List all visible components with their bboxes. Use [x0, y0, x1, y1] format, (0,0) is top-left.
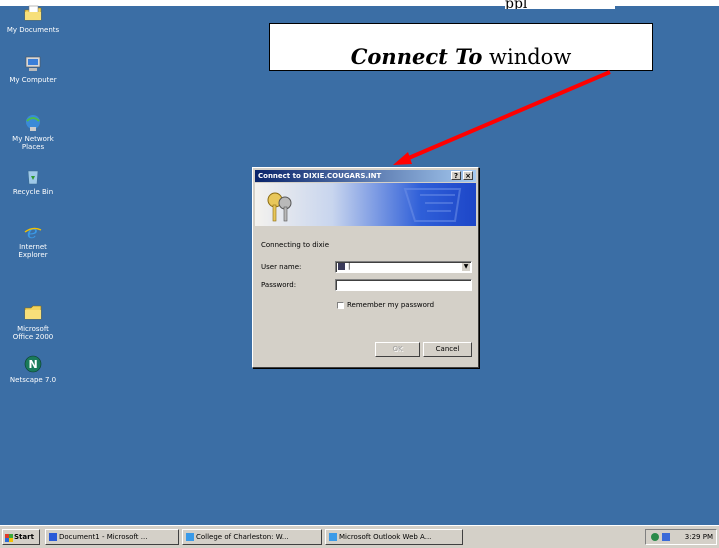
user-icon: [338, 263, 345, 270]
desktop-icon-my-computer[interactable]: My Computer: [0, 54, 66, 84]
annotation-emphasis: Connect To: [350, 44, 483, 69]
password-label: Password:: [261, 281, 297, 289]
annotation-text: window: [482, 45, 572, 69]
svg-text:e: e: [27, 222, 38, 241]
folder-documents-icon: [23, 4, 43, 24]
svg-text:N: N: [29, 358, 38, 371]
computer-icon: [23, 54, 43, 74]
keys-icon: [267, 188, 462, 222]
desktop-icon-label: Recycle Bin: [12, 188, 54, 196]
desktop-icon-label: Places: [21, 143, 45, 151]
dialog-title: Connect to DIXIE.COUGARS.INT: [258, 172, 382, 180]
recycle-bin-icon: [23, 166, 43, 186]
clock[interactable]: 3:29 PM: [685, 530, 713, 544]
taskbar-item-outlook-web[interactable]: Microsoft Outlook Web A...: [325, 529, 463, 545]
desktop-icon-label: Netscape 7.0: [9, 376, 57, 384]
ok-button[interactable]: OK: [375, 342, 420, 357]
desktop-icon-label: Office 2000: [12, 333, 54, 341]
desktop-icon-label: My Network: [12, 135, 54, 143]
desktop-icon-recycle-bin[interactable]: Recycle Bin: [0, 166, 66, 196]
desktop-icon-label: My Computer: [9, 76, 57, 84]
chevron-down-icon[interactable]: ▼: [462, 263, 470, 271]
desktop-icon-microsoft-office-2000[interactable]: Microsoft Office 2000: [0, 303, 66, 341]
desktop-icon-my-documents[interactable]: My Documents: [0, 4, 66, 34]
desktop: ppl My Documents My Computer My Network …: [0, 0, 719, 548]
desktop-icon-label: My Documents: [6, 26, 60, 34]
close-button[interactable]: ×: [463, 171, 473, 180]
connect-to-dialog: Connect to DIXIE.COUGARS.INT ? × Connect…: [252, 167, 479, 368]
desktop-icon-label: Microsoft: [17, 325, 49, 333]
desktop-icon-label: Explorer: [18, 251, 48, 259]
start-button[interactable]: Start: [2, 529, 40, 545]
volume-icon[interactable]: [662, 533, 670, 541]
remember-password-checkbox[interactable]: [337, 302, 344, 309]
taskbar-item-word[interactable]: Document1 - Microsoft ...: [45, 529, 179, 545]
taskbar: Start Document1 - Microsoft ... College …: [0, 525, 719, 548]
help-button[interactable]: ?: [451, 171, 461, 180]
internet-explorer-icon: e: [23, 221, 43, 243]
taskbar-item-label: Microsoft Outlook Web A...: [339, 533, 432, 541]
cancel-button[interactable]: Cancel: [423, 342, 472, 357]
password-field[interactable]: [335, 279, 472, 291]
desktop-icon-internet-explorer[interactable]: e Internet Explorer: [0, 221, 66, 259]
taskbar-item-label: Document1 - Microsoft ...: [59, 533, 148, 541]
system-tray: 3:29 PM: [645, 529, 717, 545]
taskbar-item-label: College of Charleston: W...: [196, 533, 289, 541]
dialog-titlebar[interactable]: Connect to DIXIE.COUGARS.INT ? ×: [255, 170, 476, 182]
desktop-icon-netscape[interactable]: N Netscape 7.0: [0, 354, 66, 384]
network-status-icon[interactable]: [651, 533, 659, 541]
connecting-text: Connecting to dixie: [261, 241, 330, 249]
username-label: User name:: [261, 263, 302, 271]
desktop-icon-label: Internet: [19, 243, 47, 251]
username-value: |: [348, 262, 351, 270]
desktop-icon-my-network-places[interactable]: My Network Places: [0, 113, 66, 151]
username-combobox[interactable]: | ▼: [335, 261, 472, 273]
internet-explorer-icon: [186, 533, 194, 541]
remember-password-label: Remember my password: [347, 301, 435, 309]
network-places-icon: [23, 113, 43, 133]
header-caption: ppl: [505, 0, 615, 9]
dialog-banner: [255, 183, 476, 226]
netscape-icon: N: [23, 354, 43, 374]
internet-explorer-icon: [329, 533, 337, 541]
taskbar-item-browser[interactable]: College of Charleston: W...: [182, 529, 322, 545]
windows-logo-icon: [5, 533, 13, 542]
annotation-callout: Connect To window: [269, 23, 653, 71]
folder-icon: [23, 303, 43, 323]
start-label: Start: [14, 533, 34, 541]
word-icon: [49, 533, 57, 541]
